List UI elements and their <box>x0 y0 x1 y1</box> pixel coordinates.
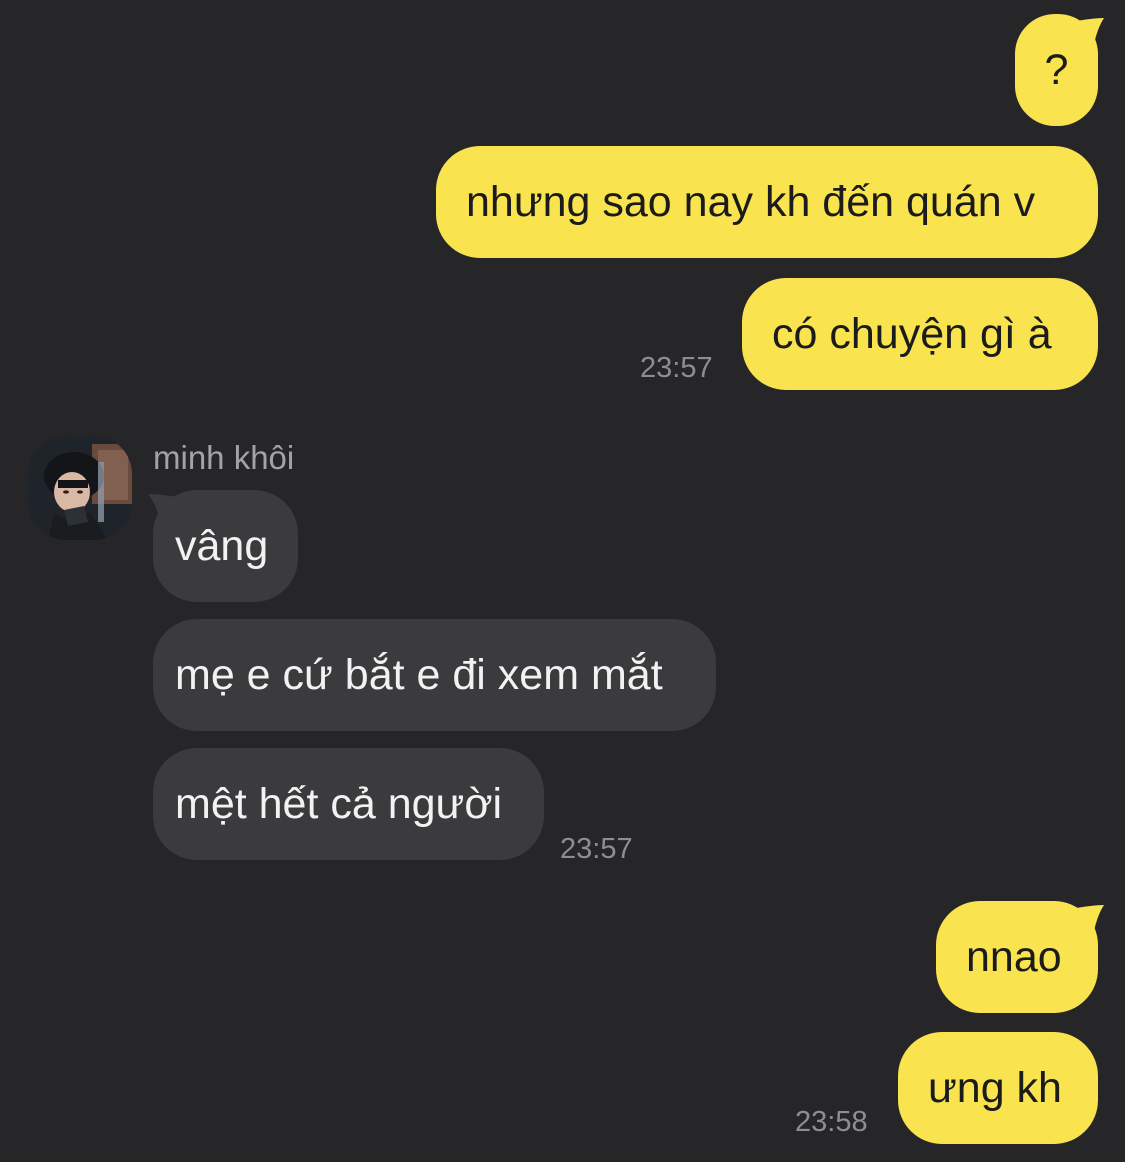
message-timestamp: 23:57 <box>640 352 713 384</box>
sent-message-question[interactable]: ? <box>1015 14 1098 126</box>
sent-message-like-it[interactable]: ưng kh <box>898 1032 1098 1144</box>
received-message-blind-date[interactable]: mẹ e cứ bắt e đi xem mắt <box>153 619 716 731</box>
received-message-tired[interactable]: mệt hết cả người <box>153 748 544 860</box>
sent-message-anything-wrong[interactable]: có chuyện gì à <box>742 278 1098 390</box>
profile-photo-icon <box>28 436 132 540</box>
message-timestamp: 23:57 <box>560 833 633 865</box>
sender-avatar[interactable] <box>28 436 132 540</box>
message-timestamp: 23:58 <box>795 1106 868 1138</box>
sent-message-why-not-come[interactable]: nhưng sao nay kh đến quán v <box>436 146 1098 258</box>
sent-message-nnao[interactable]: nnao <box>936 901 1098 1013</box>
sender-name: minh khôi <box>153 439 295 476</box>
received-message-yes[interactable]: vâng <box>153 490 298 602</box>
